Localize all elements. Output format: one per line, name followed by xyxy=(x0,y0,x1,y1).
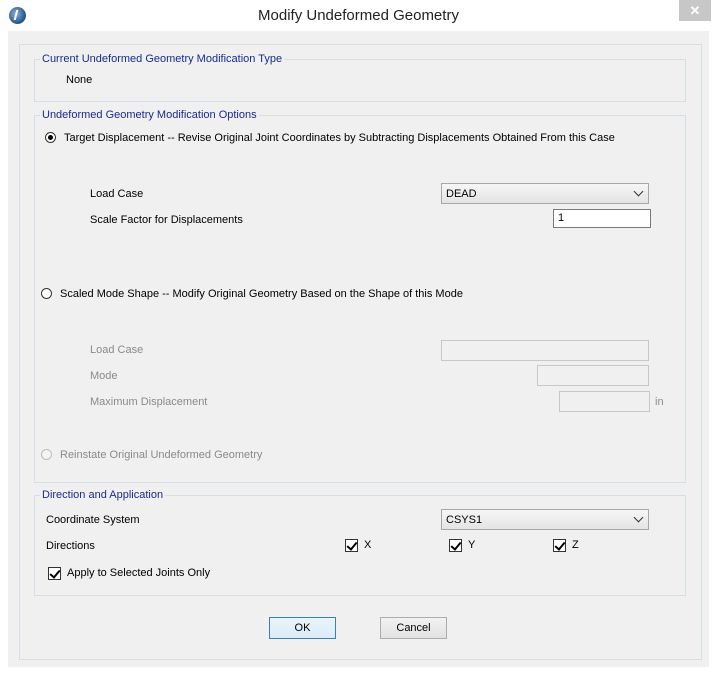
reinstate-radio xyxy=(41,449,52,460)
chevron-down-icon xyxy=(633,186,644,197)
scaled-mode-shape-radio[interactable] xyxy=(41,288,52,299)
direction-x-label[interactable]: X xyxy=(364,539,371,551)
cancel-button[interactable]: Cancel xyxy=(380,617,447,639)
target-displacement-radio[interactable] xyxy=(45,132,56,143)
max-displacement-input xyxy=(559,391,650,412)
ok-button[interactable]: OK xyxy=(269,617,336,639)
scale-factor-input[interactable]: 1 xyxy=(553,209,651,228)
target-load-case-label: Load Case xyxy=(90,188,144,200)
reinstate-label: Reinstate Original Undeformed Geometry xyxy=(60,449,263,461)
target-load-case-value: DEAD xyxy=(446,188,477,200)
current-type-legend: Current Undeformed Geometry Modification… xyxy=(40,53,285,65)
current-type-value: None xyxy=(66,74,93,86)
options-legend: Undeformed Geometry Modification Options xyxy=(40,109,259,121)
scale-factor-label: Scale Factor for Displacements xyxy=(90,214,243,226)
direction-x-checkbox[interactable] xyxy=(345,539,358,552)
window-title: Modify Undeformed Geometry xyxy=(258,7,459,24)
mode-input xyxy=(537,365,649,386)
window-frame-bottom xyxy=(0,667,717,675)
window-frame-left xyxy=(0,31,8,675)
coordinate-system-dropdown[interactable]: CSYS1 xyxy=(441,509,649,530)
mode-label: Mode xyxy=(90,370,118,382)
direction-y-checkbox[interactable] xyxy=(449,539,462,552)
max-displacement-label: Maximum Displacement xyxy=(90,396,208,408)
target-load-case-dropdown[interactable]: DEAD xyxy=(441,183,649,204)
current-type-group xyxy=(34,59,686,102)
apply-selected-joints-checkbox[interactable] xyxy=(48,567,61,580)
direction-legend: Direction and Application xyxy=(40,489,166,501)
chevron-down-icon xyxy=(633,512,644,523)
direction-z-label[interactable]: Z xyxy=(572,539,579,551)
window-frame-right xyxy=(709,31,717,675)
coordinate-system-label: Coordinate System xyxy=(46,514,140,526)
direction-y-label[interactable]: Y xyxy=(468,539,475,551)
scaled-load-case-field xyxy=(441,340,649,361)
coordinate-system-value: CSYS1 xyxy=(446,514,483,526)
directions-label: Directions xyxy=(46,540,95,552)
max-displacement-unit: in xyxy=(655,396,664,408)
apply-selected-joints-label[interactable]: Apply to Selected Joints Only xyxy=(67,567,210,579)
scaled-load-case-label: Load Case xyxy=(90,344,144,356)
target-displacement-label[interactable]: Target Displacement -- Revise Original J… xyxy=(64,132,615,144)
close-button[interactable]: ✕ xyxy=(679,0,711,21)
direction-z-checkbox[interactable] xyxy=(553,539,566,552)
scaled-mode-shape-label[interactable]: Scaled Mode Shape -- Modify Original Geo… xyxy=(60,288,463,300)
